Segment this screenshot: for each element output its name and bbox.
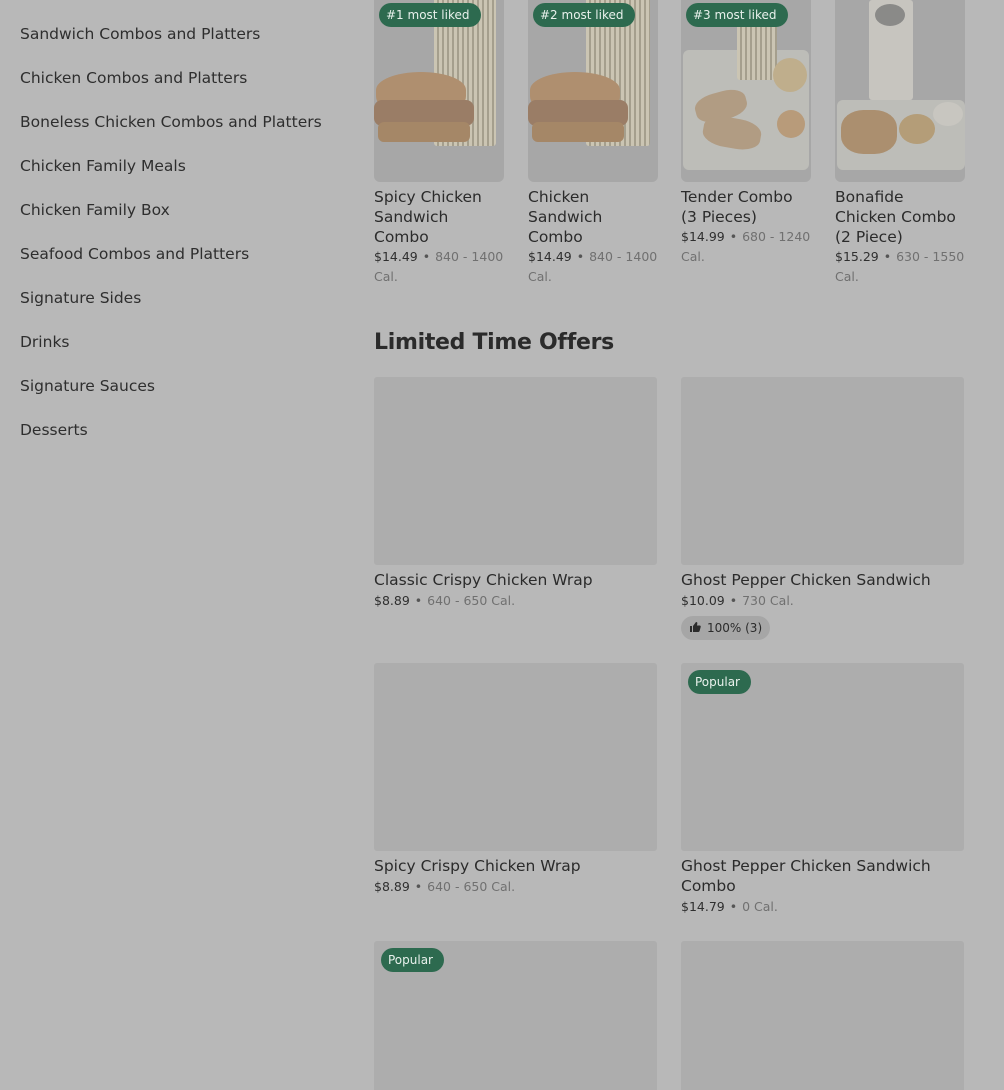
meta-separator: • xyxy=(414,879,423,894)
item-name: Spicy Crispy Chicken Wrap xyxy=(374,857,581,875)
menu-item-card[interactable]: #1 most liked Spicy Chicken Sandwich Com… xyxy=(374,0,504,287)
meta-separator: • xyxy=(729,593,738,608)
rank-badge: #1 most liked xyxy=(379,3,481,27)
item-name: Ghost Pepper Chicken Sandwich xyxy=(681,571,931,589)
item-meta: $10.09 • 730 Cal. xyxy=(681,591,964,611)
thumbs-up-icon xyxy=(689,617,701,641)
item-name: Ghost Pepper Chicken Sandwich Combo xyxy=(681,857,931,895)
meta-separator: • xyxy=(729,899,738,914)
item-price: $15.29 xyxy=(835,249,879,264)
menu-item-card[interactable]: Spicy Crispy Chicken Wrap $8.89 • 640 - … xyxy=(374,663,657,897)
item-meta: $15.29 • 630 - 1550 Cal. xyxy=(835,247,965,287)
menu-item-card[interactable]: #3 most liked Tender Combo (3 Pieces) $1… xyxy=(681,0,811,267)
meta-separator: • xyxy=(576,249,585,264)
rank-badge: #3 most liked xyxy=(686,3,788,27)
sidebar-item-boneless-chicken-combos[interactable]: Boneless Chicken Combos and Platters xyxy=(20,112,350,156)
sidebar-item-signature-sauces[interactable]: Signature Sauces xyxy=(20,376,350,420)
sidebar-item-desserts[interactable]: Desserts xyxy=(20,420,350,464)
sidebar-item-chicken-family-meals[interactable]: Chicken Family Meals xyxy=(20,156,350,200)
item-meta: $14.99 • 680 - 1240 Cal. xyxy=(681,227,811,267)
rank-badge: #2 most liked xyxy=(533,3,635,27)
item-name: Tender Combo (3 Pieces) xyxy=(681,188,793,226)
meta-separator: • xyxy=(729,229,738,244)
item-price: $10.09 xyxy=(681,593,725,608)
item-image-placeholder xyxy=(374,377,657,565)
item-name: Bonafide Chicken Combo (2 Piece) xyxy=(835,188,956,246)
sidebar-item-seafood-combos[interactable]: Seafood Combos and Platters xyxy=(20,244,350,288)
sidebar-item-sandwich-combos[interactable]: Sandwich Combos and Platters xyxy=(20,24,350,68)
item-meta: $14.49 • 840 - 1400 Cal. xyxy=(528,247,658,287)
meta-separator: • xyxy=(883,249,892,264)
item-meta: $14.49 • 840 - 1400 Cal. xyxy=(374,247,504,287)
meta-separator: • xyxy=(422,249,431,264)
menu-item-card[interactable]: Ghost Pepper Chicken Sandwich $10.09 • 7… xyxy=(681,377,964,640)
sidebar-item-chicken-combos[interactable]: Chicken Combos and Platters xyxy=(20,68,350,112)
item-price: $14.49 xyxy=(374,249,418,264)
menu-item-card[interactable]: Classic Crispy Chicken Wrap $8.89 • 640 … xyxy=(374,377,657,611)
menu-item-card[interactable]: Popular Ghost Pepper Chicken Sandwich Co… xyxy=(681,663,964,917)
item-image: #1 most liked xyxy=(374,0,504,182)
item-image xyxy=(835,0,965,182)
item-image-placeholder xyxy=(681,377,964,565)
sidebar-item-drinks[interactable]: Drinks xyxy=(20,332,350,376)
sidebar-item-chicken-family-box[interactable]: Chicken Family Box xyxy=(20,200,350,244)
rating-value: 100% (3) xyxy=(707,621,763,635)
item-image: #2 most liked xyxy=(528,0,658,182)
item-image-placeholder xyxy=(681,941,964,1090)
item-calories: 730 Cal. xyxy=(742,593,794,608)
meta-separator: • xyxy=(414,593,423,608)
item-price: $14.49 xyxy=(528,249,572,264)
item-name: Chicken Sandwich Combo xyxy=(528,188,603,246)
category-sidebar: Sandwich Combos and Platters Chicken Com… xyxy=(20,24,350,464)
item-image-placeholder: Popular xyxy=(681,663,964,851)
item-name: Classic Crispy Chicken Wrap xyxy=(374,571,593,589)
item-meta: $14.79 • 0 Cal. xyxy=(681,897,964,917)
item-meta: $8.89 • 640 - 650 Cal. xyxy=(374,877,657,897)
popular-badge: Popular xyxy=(688,670,751,694)
item-calories: 0 Cal. xyxy=(742,899,778,914)
item-image: #3 most liked xyxy=(681,0,811,182)
item-price: $14.99 xyxy=(681,229,725,244)
item-image-placeholder: Popular xyxy=(374,941,657,1090)
item-image-placeholder xyxy=(374,663,657,851)
section-title-limited-time-offers: Limited Time Offers xyxy=(374,330,614,355)
item-price: $14.79 xyxy=(681,899,725,914)
item-meta: $8.89 • 640 - 650 Cal. xyxy=(374,591,657,611)
rating-pill: 100% (3) xyxy=(681,616,771,641)
menu-item-card[interactable] xyxy=(681,941,964,1090)
menu-item-card[interactable]: Bonafide Chicken Combo (2 Piece) $15.29 … xyxy=(835,0,965,287)
popular-badge: Popular xyxy=(381,948,444,972)
item-price: $8.89 xyxy=(374,879,410,894)
sidebar-item-signature-sides[interactable]: Signature Sides xyxy=(20,288,350,332)
menu-item-card[interactable]: Popular xyxy=(374,941,657,1090)
item-calories: 640 - 650 Cal. xyxy=(427,879,516,894)
item-price: $8.89 xyxy=(374,593,410,608)
most-liked-carousel: #1 most liked Spicy Chicken Sandwich Com… xyxy=(374,0,965,300)
item-name: Spicy Chicken Sandwich Combo xyxy=(374,188,482,246)
menu-item-card[interactable]: #2 most liked Chicken Sandwich Combo $14… xyxy=(528,0,658,287)
item-calories: 640 - 650 Cal. xyxy=(427,593,516,608)
